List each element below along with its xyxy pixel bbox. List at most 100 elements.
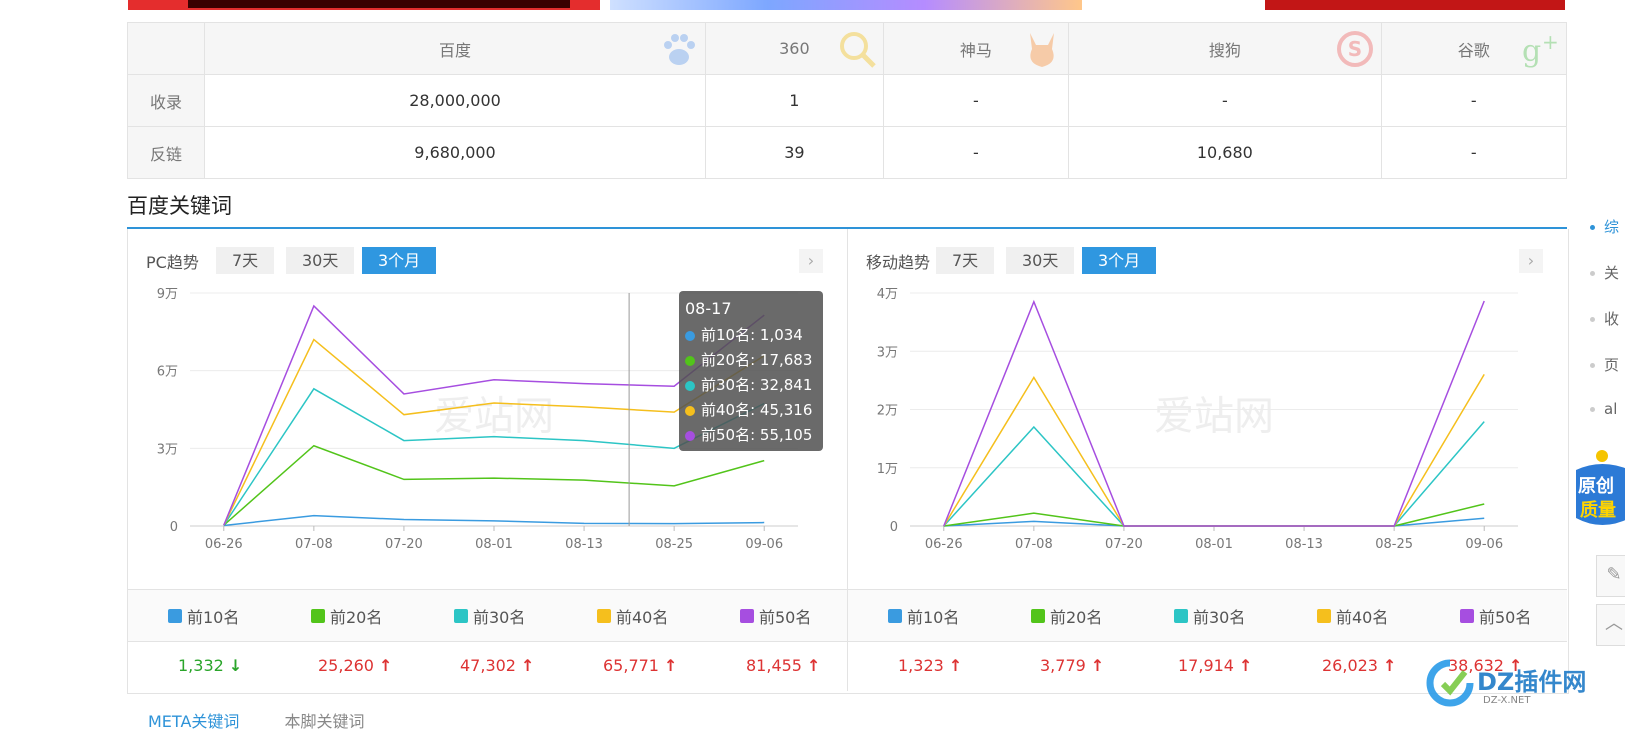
pc-trend-title: PC趋势 xyxy=(146,253,199,272)
keyword-trend-panels: PC趋势 7天 30天 3个月 › 爱站网 0 3万 6万 9万 06-26 07-08 07… xyxy=(127,229,1569,694)
x-tick-label: 07-08 xyxy=(295,537,333,552)
mobile-trend-title: 移动趋势 xyxy=(866,253,931,272)
row-label: 反链 xyxy=(127,126,205,179)
arrow-up-icon: ↑ xyxy=(806,656,821,675)
chevron-right-icon[interactable]: › xyxy=(1519,249,1543,273)
x-tick-label: 08-13 xyxy=(1285,537,1323,552)
site-watermark: DZ插件网 DZ-X.NET xyxy=(1425,658,1625,716)
value-cell: 81,455 ↑ xyxy=(746,656,821,675)
swatch-icon xyxy=(1174,609,1188,623)
legend-item[interactable]: 前50名 xyxy=(1460,604,1531,628)
top-ad-banner-1[interactable] xyxy=(128,0,600,10)
table-cell: - xyxy=(882,126,1070,179)
value-cell: 26,023 ↑ xyxy=(1322,656,1397,675)
tooltip-row: 前50名: 55,105 xyxy=(685,423,817,448)
back-to-top-icon[interactable]: ︿ xyxy=(1596,604,1625,646)
table-cell: - xyxy=(1380,126,1568,179)
value-cell: 3,779 ↑ xyxy=(1040,656,1105,675)
y-tick-label: 6万 xyxy=(157,365,178,380)
legend-item[interactable]: 前40名 xyxy=(1317,604,1388,628)
arrow-up-icon: ↑ xyxy=(948,656,963,675)
legend-item[interactable]: 前30名 xyxy=(454,604,525,628)
x-tick-label: 08-01 xyxy=(1195,537,1233,552)
chart-watermark: 爱站网 xyxy=(1154,394,1274,440)
legend-item[interactable]: 前50名 xyxy=(740,604,811,628)
tab-30days[interactable]: 30天 xyxy=(286,247,355,274)
y-tick-label: 4万 xyxy=(877,287,898,302)
legend-item[interactable]: 前40名 xyxy=(597,604,668,628)
360-search-icon xyxy=(839,32,876,68)
legend-item[interactable]: 前20名 xyxy=(311,604,382,628)
table-cell[interactable]: 28,000,000 xyxy=(203,74,707,127)
arrow-up-icon: ↑ xyxy=(663,656,678,675)
table-cell[interactable]: 9,680,000 xyxy=(203,126,707,179)
rail-item[interactable]: 收 xyxy=(1590,308,1619,329)
badge-text: 质量 xyxy=(1580,499,1616,521)
dot-icon xyxy=(685,405,695,416)
table-cell: - xyxy=(1380,74,1568,127)
top-ad-banner-2[interactable] xyxy=(610,0,1082,10)
rail-item[interactable]: 页 xyxy=(1590,354,1619,375)
table-cell: - xyxy=(882,74,1070,127)
table-cell[interactable]: 10,680 xyxy=(1068,126,1382,179)
edit-pen-icon[interactable]: ✎ xyxy=(1596,555,1625,597)
legend-item[interactable]: 前30名 xyxy=(1174,604,1245,628)
x-tick-label: 08-25 xyxy=(1375,537,1413,552)
tab-other-keywords[interactable]: 本脚关键词 xyxy=(285,712,365,731)
engine-header: 谷歌 g + xyxy=(1380,22,1568,75)
badge-text: 原创 xyxy=(1578,475,1614,497)
arrow-up-icon: ↑ xyxy=(378,656,393,675)
dz-logo-icon xyxy=(1426,659,1474,707)
tab-meta-keywords[interactable]: META关键词 xyxy=(148,712,239,731)
original-quality-badge[interactable]: 原创 质量 xyxy=(1572,448,1625,534)
engine-header: 360 xyxy=(705,22,884,75)
table-cell[interactable]: 39 xyxy=(705,126,884,179)
x-tick-label: 09-06 xyxy=(1465,537,1503,552)
search-engine-table: 百度 360 神马 搜狗 S 谷歌 g + 收录 28,000,000 1 - -… xyxy=(127,22,1568,179)
swatch-icon xyxy=(168,609,182,623)
tab-3months[interactable]: 3个月 xyxy=(362,247,437,274)
pc-legend: 前10名 前20名 前30名 前40名 前50名 xyxy=(128,589,848,642)
svg-text:g: g xyxy=(1522,34,1541,69)
x-tick-label: 06-26 xyxy=(205,537,243,552)
table-cell[interactable]: 1 xyxy=(705,74,884,127)
legend-item[interactable]: 前20名 xyxy=(1031,604,1102,628)
swatch-icon xyxy=(311,609,325,623)
top-ad-banner-3[interactable] xyxy=(1265,0,1565,10)
y-tick-label: 0 xyxy=(890,520,898,535)
x-tick-label: 07-20 xyxy=(1105,537,1143,552)
watermark-title: DZ插件网 xyxy=(1477,668,1587,696)
rail-item[interactable]: al xyxy=(1590,400,1617,418)
mobile-trend-chart[interactable]: 爱站网 0 1万 2万 3万 4万 06-26 07-08 07-20 08-01 08-13 08-… xyxy=(848,279,1567,589)
value-cell: 17,914 ↑ xyxy=(1178,656,1253,675)
tooltip-row: 前10名: 1,034 xyxy=(685,323,817,348)
google-plus-icon: g + xyxy=(1522,30,1559,69)
swatch-icon xyxy=(597,609,611,623)
tab-7days[interactable]: 7天 xyxy=(216,247,275,274)
engine-header: 百度 xyxy=(203,22,707,75)
arrow-down-icon: ↓ xyxy=(228,656,243,675)
dot-icon xyxy=(685,430,695,441)
chart-watermark: 爱站网 xyxy=(434,394,554,440)
tab-7days[interactable]: 7天 xyxy=(936,247,995,274)
bottom-tabs: META关键词 本脚关键词 xyxy=(148,708,365,732)
rail-item[interactable]: 关 xyxy=(1590,262,1619,283)
value-cell: 1,323 ↑ xyxy=(898,656,963,675)
row-label: 收录 xyxy=(127,74,205,127)
engine-header: 搜狗 S xyxy=(1068,22,1382,75)
tab-30days[interactable]: 30天 xyxy=(1006,247,1075,274)
chevron-right-icon[interactable]: › xyxy=(799,249,823,273)
tooltip-row: 前30名: 32,841 xyxy=(685,373,817,398)
dot-icon xyxy=(685,330,695,341)
legend-item[interactable]: 前10名 xyxy=(888,604,959,628)
value-cell: 47,302 ↑ xyxy=(460,656,535,675)
legend-item[interactable]: 前10名 xyxy=(168,604,239,628)
tab-3months[interactable]: 3个月 xyxy=(1082,247,1157,274)
rail-item[interactable]: 综 xyxy=(1590,216,1619,237)
swatch-icon xyxy=(1460,609,1474,623)
arrow-up-icon: ↑ xyxy=(520,656,535,675)
series-line xyxy=(223,444,765,526)
shenma-icon xyxy=(1030,33,1055,67)
swatch-icon xyxy=(1031,609,1045,623)
dot-icon xyxy=(685,380,695,391)
